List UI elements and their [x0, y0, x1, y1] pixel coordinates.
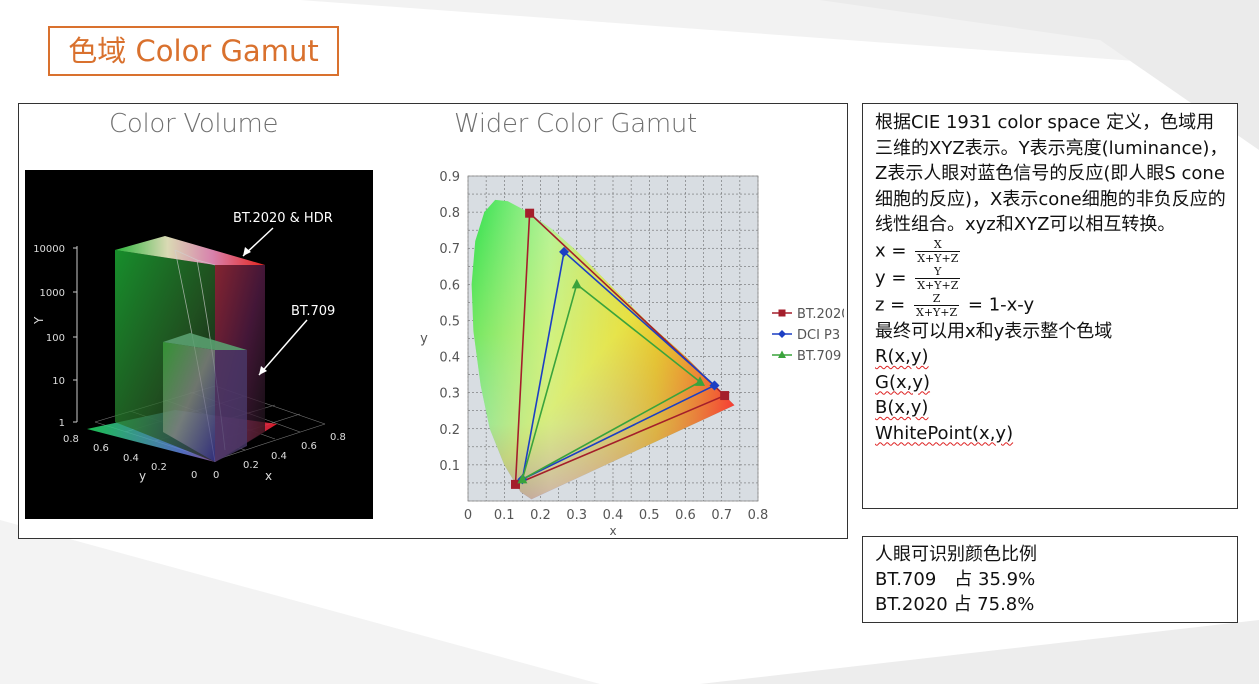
y-tick-label: 0.9 — [439, 170, 460, 185]
item-g: G(x,y) — [875, 371, 931, 393]
y-tick-label: 0.3 — [439, 387, 460, 402]
x-tick-label: 0.2 — [530, 508, 551, 523]
x-tick-label: 0.6 — [675, 508, 696, 523]
color-volume-title: Color Volume — [109, 109, 279, 139]
definition-paragraph: 根据CIE 1931 color space 定义，色域用三维的XYZ表示。Y表… — [875, 112, 1228, 235]
x-axis-label: x — [609, 524, 616, 538]
coverage-heading: 人眼可识别颜色比例 — [875, 544, 1037, 565]
x-tick-label: 0 — [464, 508, 472, 523]
coverage-box: 人眼可识别颜色比例 BT.709 占 35.9% BT.2020 占 75.8% — [862, 536, 1238, 623]
legend-label: BT.2020 — [797, 307, 844, 322]
vol-y2-tick: 0.2 — [151, 462, 167, 473]
x-tick-label: 0.8 — [748, 508, 769, 523]
y-tick-label: 0.5 — [439, 314, 460, 329]
x-tick-label: 0.5 — [639, 508, 660, 523]
item-r: R(x,y) — [875, 346, 929, 367]
vol-y2-tick: 0.6 — [93, 443, 109, 454]
slide-title: 色域 Color Gamut — [48, 26, 339, 76]
vol-y-tick: 10000 — [33, 244, 65, 255]
legend-marker — [778, 309, 786, 317]
vol-y-tick: 1000 — [40, 288, 65, 299]
vol-x-tick: 0.8 — [330, 432, 346, 443]
coverage-bt709: BT.709 占 35.9% — [875, 569, 1036, 590]
cie-chromaticity-chart: 0 0.1 0.2 0.3 0.4 0.5 0.6 0.7 0.8 0.9 0.8 0.7 0.6 0.5… — [420, 170, 844, 538]
definition-box: 根据CIE 1931 color space 定义，色域用三维的XYZ表示。Y表… — [862, 103, 1238, 509]
vol-x-tick: 0.2 — [243, 460, 259, 471]
item-b: B(x,y) — [875, 397, 929, 418]
x-tick-label: 0.7 — [711, 508, 732, 523]
vol-y-tick: 10 — [52, 376, 65, 387]
marker-point — [525, 208, 535, 218]
vol-x-tick: 0 — [213, 470, 219, 481]
vol-y2-tick: 0.8 — [63, 434, 79, 445]
y-tick-label: 0.6 — [439, 278, 460, 293]
y-tick-label: 0.2 — [439, 423, 460, 438]
y-tick-label: 0.1 — [439, 459, 460, 474]
item-whitepoint: WhitePoint(x,y) — [875, 422, 1014, 444]
y-tick-label: 0.8 — [439, 206, 460, 221]
vol-y-tick: 1 — [59, 418, 65, 429]
y-tick-label: 0.7 — [439, 242, 460, 257]
x-tick-label: 0.1 — [494, 508, 515, 523]
wider-gamut-title: Wider Color Gamut — [454, 109, 697, 139]
bt709-annotation: BT.709 — [291, 304, 335, 319]
vol-y2-tick: 0.4 — [123, 453, 139, 464]
x-tick-label: 0.4 — [603, 508, 624, 523]
coverage-bt2020: BT.2020 占 75.8% — [875, 594, 1035, 615]
figure-panel: Color Volume Wider Color Gamut 10000 100… — [18, 103, 848, 539]
y-tick-label: 0.4 — [439, 351, 460, 366]
vol-y2-tick: 0 — [191, 470, 197, 481]
bt2020-hdr-annotation: BT.2020 & HDR — [233, 211, 333, 226]
legend-label: DCI P3 — [797, 328, 840, 343]
color-volume-figure: 10000 1000 100 10 1 Y 0 0.2 0.4 0.6 0.8 … — [25, 170, 373, 519]
formula-z: z = Z X+Y+Z = 1-x-y — [875, 291, 1035, 319]
vol-x-tick: 0.4 — [271, 451, 287, 462]
legend-label: BT.709 — [797, 349, 841, 364]
vol-x-label: x — [265, 469, 272, 483]
x-tick-label: 0.3 — [566, 508, 587, 523]
y-axis-label: y — [420, 332, 428, 347]
marker-point — [720, 391, 730, 401]
formula-y: y = Y X+Y+Z — [875, 264, 961, 292]
summary-line: 最终可以用x和y表示整个色域 — [875, 320, 1113, 342]
vol-y-tick: 100 — [46, 333, 65, 344]
vol-y-label: Y — [32, 316, 46, 325]
vol-y2-label: y — [139, 469, 146, 483]
formula-x: x = X X+Y+Z — [875, 237, 961, 265]
legend-marker — [778, 330, 786, 338]
vol-x-tick: 0.6 — [301, 441, 317, 452]
